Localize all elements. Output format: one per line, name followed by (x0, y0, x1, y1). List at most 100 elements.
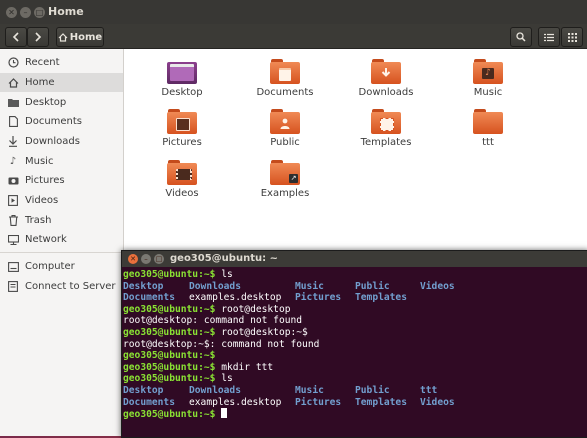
sidebar-item-documents[interactable]: Documents (0, 112, 123, 131)
sidebar-item-label: Downloads (25, 136, 80, 147)
search-button[interactable] (510, 27, 532, 47)
close-icon[interactable]: ✕ (128, 254, 138, 264)
desktop-folder-icon (167, 59, 197, 84)
list-icon (544, 33, 554, 41)
sidebar-item-label: Recent (25, 57, 60, 68)
sidebar-item-connect-to-server[interactable]: Connect to Server (0, 277, 123, 296)
sidebar-item-label: Home (25, 77, 55, 88)
folder-ttt[interactable]: ttt (453, 109, 523, 148)
folder-icon (7, 97, 19, 109)
prompt: geo305@ubuntu:~$ (123, 269, 216, 280)
sidebar-item-desktop[interactable]: Desktop (0, 93, 123, 112)
sidebar-item-label: Connect to Server (25, 281, 116, 292)
folder-music[interactable]: ♪ Music (453, 59, 523, 98)
path-button-home[interactable]: Home (56, 27, 104, 47)
examples-link-icon: ↗ (270, 160, 300, 185)
minimize-icon[interactable]: – (141, 254, 151, 264)
sidebar-item-computer[interactable]: Computer (0, 257, 123, 276)
terminal-line: geo305@ubuntu:~$ (123, 408, 587, 421)
minimize-icon[interactable]: – (20, 7, 31, 18)
terminal-line: geo305@ubuntu:~$ root@desktop:~$ (123, 326, 308, 338)
pictures-folder-icon (167, 109, 197, 134)
terminal-line: root@desktop:~$: command not found (123, 338, 320, 350)
ttt-folder-icon (473, 109, 503, 134)
sidebar-item-label: Desktop (25, 97, 67, 108)
folder-videos[interactable]: Videos (147, 160, 217, 199)
terminal-line: root@desktop: command not found (123, 315, 303, 327)
file-label: Desktop (161, 87, 203, 98)
sidebar-item-label: Trash (25, 215, 52, 226)
sidebar-item-label: Videos (25, 195, 59, 206)
places-sidebar: Recent Home Desktop Documents Downloads … (0, 49, 124, 436)
forward-button[interactable] (27, 27, 49, 47)
text-cursor (221, 408, 228, 419)
terminal-line: geo305@ubuntu:~$ ls (123, 269, 587, 281)
terminal-line: geo305@ubuntu:~$ (123, 350, 216, 362)
files-titlebar[interactable]: ✕ – □ Home (0, 0, 587, 25)
command: ls (215, 269, 233, 280)
file-label: Public (270, 137, 300, 148)
sidebar-item-trash[interactable]: Trash (0, 211, 123, 230)
sidebar-item-network[interactable]: Network (0, 230, 123, 249)
file-label: Pictures (162, 137, 202, 148)
folder-pictures[interactable]: Pictures (147, 109, 217, 148)
video-icon (7, 195, 19, 207)
maximize-icon[interactable]: □ (34, 7, 45, 18)
sidebar-item-home[interactable]: Home (0, 73, 123, 92)
download-icon (7, 136, 19, 148)
files-headerbar: Home (0, 24, 587, 49)
list-view-button[interactable] (538, 27, 560, 47)
search-icon (516, 32, 526, 42)
folder-desktop[interactable]: Desktop (147, 59, 217, 98)
terminal-line: geo305@ubuntu:~$ mkdir ttt (123, 361, 274, 373)
file-label: ttt (482, 137, 494, 148)
computer-icon (7, 261, 19, 273)
home-icon (58, 32, 68, 42)
sidebar-item-label: Music (25, 156, 54, 167)
public-folder-icon (270, 109, 300, 134)
terminal-line: Documents examples.desktop Pictures Templat… (123, 292, 407, 304)
sidebar-item-music[interactable]: ♪ Music (0, 152, 123, 171)
music-folder-icon: ♪ (473, 59, 503, 84)
file-label: Music (473, 87, 503, 98)
file-label: Downloads (358, 87, 414, 98)
folder-documents[interactable]: Documents (250, 59, 320, 98)
terminal-output[interactable]: geo305@ubuntu:~$ ls Desktop Downloads Music… (122, 267, 587, 421)
clock-icon (7, 57, 19, 69)
sidebar-item-recent[interactable]: Recent (0, 53, 123, 72)
path-button-label: Home (69, 31, 103, 43)
folder-downloads[interactable]: Downloads (351, 59, 421, 98)
sidebar-item-label: Computer (25, 261, 75, 272)
folder-templates[interactable]: Templates (351, 109, 421, 148)
file-label: Examples (260, 188, 310, 199)
server-icon (7, 281, 19, 293)
sidebar-item-label: Network (25, 234, 67, 245)
chevron-right-icon (35, 32, 42, 42)
videos-folder-icon (167, 160, 197, 185)
trash-icon (7, 215, 19, 227)
folder-public[interactable]: Public (250, 109, 320, 148)
camera-icon (7, 175, 19, 187)
music-icon: ♪ (9, 156, 17, 167)
document-icon (7, 116, 19, 128)
back-button[interactable] (5, 27, 27, 47)
sidebar-item-videos[interactable]: Videos (0, 191, 123, 210)
window-title: Home (48, 5, 84, 18)
downloads-folder-icon (371, 59, 401, 84)
templates-folder-icon (371, 109, 401, 134)
sidebar-item-pictures[interactable]: Pictures (0, 171, 123, 190)
terminal-titlebar[interactable]: ✕ – □ geo305@ubuntu: ~ (122, 251, 587, 267)
close-icon[interactable]: ✕ (6, 7, 17, 18)
grid-icon (567, 32, 577, 42)
terminal-window[interactable]: ✕ – □ geo305@ubuntu: ~ geo305@ubuntu:~$ … (121, 250, 587, 438)
network-icon (7, 234, 19, 246)
sidebar-item-label: Pictures (25, 175, 65, 186)
maximize-icon[interactable]: □ (154, 254, 164, 264)
view-options-button[interactable] (561, 27, 583, 47)
documents-folder-icon (270, 59, 300, 84)
sidebar-item-downloads[interactable]: Downloads (0, 132, 123, 151)
folder-examples[interactable]: ↗ Examples (250, 160, 320, 199)
terminal-line: geo305@ubuntu:~$ root@desktop (123, 303, 291, 315)
file-label: Videos (165, 188, 199, 199)
terminal-title: geo305@ubuntu: ~ (170, 253, 278, 264)
